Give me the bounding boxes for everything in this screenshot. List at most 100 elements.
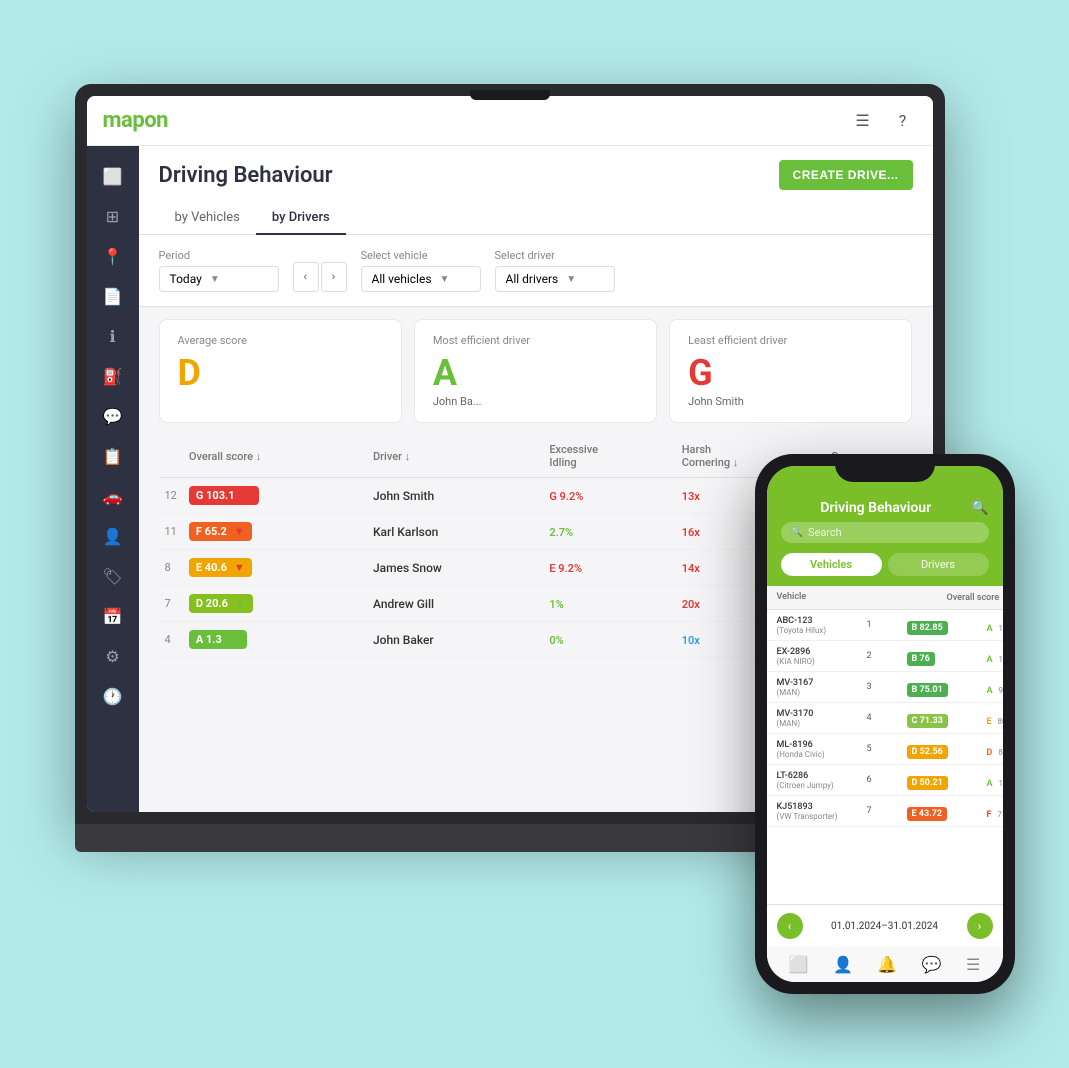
create-drive-button[interactable]: CREATE DRIVE... <box>779 160 913 190</box>
hamburger-icon[interactable]: ☰ <box>849 107 877 135</box>
logo-text-after: n <box>156 108 168 133</box>
phone-icon-map[interactable]: ⬜ <box>789 955 809 974</box>
phone-vehicle-sub: (MAN) <box>777 688 867 697</box>
phone-eco-pct: 100% <box>998 624 1002 633</box>
least-efficient-label: Least efficient driver <box>688 334 893 347</box>
least-efficient-name: John Smith <box>688 395 893 408</box>
col-idling[interactable]: ExcessiveIdling <box>543 435 675 478</box>
sidebar-item-dashboard[interactable]: ⊞ <box>95 198 131 234</box>
phone-score-badge: D 52.56 <box>907 745 948 759</box>
phone-search-bar[interactable]: 🔍 Search <box>781 522 989 543</box>
page-title: Driving Behaviour <box>159 163 333 188</box>
col-overall-score[interactable]: Overall score ↓ <box>183 435 367 478</box>
tab-by-vehicles[interactable]: by Vehicles <box>159 202 256 235</box>
most-efficient-letter: A <box>433 355 638 391</box>
score-cell: A 1.3 ▲ <box>183 622 367 658</box>
col-driver[interactable]: Driver ↓ <box>367 435 543 478</box>
logo: mapon <box>103 108 168 133</box>
driver-label: Select driver <box>495 249 615 262</box>
phone-table-row: LT-6286 (Citroen Jumpy) 6 D 50.21 A 100% <box>767 765 1003 796</box>
phone-score-cell: D 52.56 <box>907 739 987 759</box>
score-badge: G 103.1 ▼ <box>189 486 260 505</box>
phone-score-badge: B 75.01 <box>907 683 948 697</box>
phone-eco-cell: F 75.46% <box>987 802 1003 821</box>
period-next-button[interactable]: › <box>321 262 347 292</box>
phone-search-icon[interactable]: 🔍 <box>971 500 988 516</box>
phone-tab-vehicles[interactable]: Vehicles <box>781 553 882 576</box>
phone-tab-drivers[interactable]: Drivers <box>888 553 989 576</box>
phone-table-row: KJ51893 (VW Transporter) 7 E 43.72 F 75.… <box>767 796 1003 827</box>
phone-table-row: EX-2896 (KIA NIRO) 2 B 76 A 100% <box>767 641 1003 672</box>
period-prev-button[interactable]: ‹ <box>293 262 319 292</box>
idling-value: 1% <box>549 598 563 611</box>
phone-vehicle-sub: (Toyota Hilux) <box>777 626 867 635</box>
driver-select[interactable]: All drivers ▼ <box>495 266 615 292</box>
idling-value: 0% <box>549 634 563 647</box>
topbar: mapon ☰ ? <box>87 96 933 146</box>
vehicle-select[interactable]: All vehicles ▼ <box>361 266 481 292</box>
sidebar-item-driver[interactable]: 👤 <box>95 518 131 554</box>
sidebar-item-info[interactable]: ℹ <box>95 318 131 354</box>
phone-eco-letter: A <box>987 624 993 634</box>
phone-eco-cell: A 100% <box>987 771 1003 790</box>
idling-cell: 2.7% <box>543 514 675 550</box>
phone-icon-user[interactable]: 👤 <box>833 955 853 974</box>
sidebar-item-vehicles[interactable]: 🚗 <box>95 478 131 514</box>
rank-cell: 4 <box>159 622 183 658</box>
sidebar-item-chat[interactable]: 💬 <box>95 398 131 434</box>
sidebar-item-tags[interactable]: 🏷 <box>95 558 131 594</box>
average-score-label: Average score <box>178 334 383 347</box>
rank-cell: 8 <box>159 550 183 586</box>
phone-icon-menu[interactable]: ☰ <box>966 955 980 974</box>
phone-col-rank <box>867 592 947 603</box>
least-efficient-card: Least efficient driver G John Smith <box>669 319 912 423</box>
phone-rank: 4 <box>867 713 907 723</box>
sidebar-item-settings[interactable]: ⚙ <box>95 638 131 674</box>
help-icon[interactable]: ? <box>889 107 917 135</box>
sidebar-item-calendar[interactable]: 📅 <box>95 598 131 634</box>
phone-eco-cell: E 80.31% <box>987 709 1003 728</box>
phone-next-button[interactable]: › <box>967 913 993 939</box>
sidebar-item-clock[interactable]: 🕐 <box>95 678 131 714</box>
phone-table-row: ABC-123 (Toyota Hilux) 1 B 82.85 A 100% <box>767 610 1003 641</box>
score-cards: Average score D Most efficient driver A … <box>139 307 933 435</box>
phone-icon-bell[interactable]: 🔔 <box>877 955 897 974</box>
harsh-value: 16x <box>682 526 700 539</box>
least-efficient-letter: G <box>688 355 893 391</box>
phone-vehicle-sub: (Honda Civic) <box>777 750 867 759</box>
phone-vehicle-cell: EX-2896 (KIA NIRO) <box>777 647 867 666</box>
phone-prev-button[interactable]: ‹ <box>777 913 803 939</box>
phone-icon-chat[interactable]: 💬 <box>922 955 942 974</box>
phone-eco-letter: D <box>987 748 993 758</box>
phone-rank: 1 <box>867 620 907 630</box>
score-cell: F 65.2 ▼ <box>183 514 367 550</box>
phone: Driving Behaviour 🔍 🔍 Search Vehicles Dr… <box>755 454 1015 994</box>
filters-row: Period Today ▼ ‹ › Sel <box>139 235 933 307</box>
driver-name: John Smith <box>367 478 543 514</box>
most-efficient-name: John Ba... <box>433 395 638 408</box>
phone-table-body: ABC-123 (Toyota Hilux) 1 B 82.85 A 100% … <box>767 610 1003 904</box>
phone-vehicle-sub: (MAN) <box>777 719 867 728</box>
sidebar-item-map[interactable]: ⬜ <box>95 158 131 194</box>
phone-vehicle-cell: ABC-123 (Toyota Hilux) <box>777 616 867 635</box>
phone-vehicle-cell: MV-3167 (MAN) <box>777 678 867 697</box>
tab-by-drivers[interactable]: by Drivers <box>256 202 346 235</box>
driver-name: Andrew Gill <box>367 586 543 622</box>
period-nav: ‹ › <box>293 262 347 292</box>
period-select[interactable]: Today ▼ <box>159 266 279 292</box>
most-efficient-card: Most efficient driver A John Ba... <box>414 319 657 423</box>
sidebar-item-documents[interactable]: 📄 <box>95 278 131 314</box>
most-efficient-label: Most efficient driver <box>433 334 638 347</box>
sidebar-item-fuel[interactable]: ⛽ <box>95 358 131 394</box>
driver-name: John Baker <box>367 622 543 658</box>
sidebar-item-reports[interactable]: 📋 <box>95 438 131 474</box>
average-score-card: Average score D <box>159 319 402 423</box>
sidebar-item-location[interactable]: 📍 <box>95 238 131 274</box>
score-badge: F 65.2 ▼ <box>189 522 252 541</box>
phone-table-row: MV-3167 (MAN) 3 B 75.01 A 99.01% <box>767 672 1003 703</box>
phone-search-placeholder: Search <box>808 526 842 539</box>
vehicle-filter-group: Select vehicle All vehicles ▼ <box>361 249 481 292</box>
phone-score-cell: B 75.01 <box>907 677 987 697</box>
driver-name: James Snow <box>367 550 543 586</box>
phone-score-cell: B 82.85 <box>907 615 987 635</box>
